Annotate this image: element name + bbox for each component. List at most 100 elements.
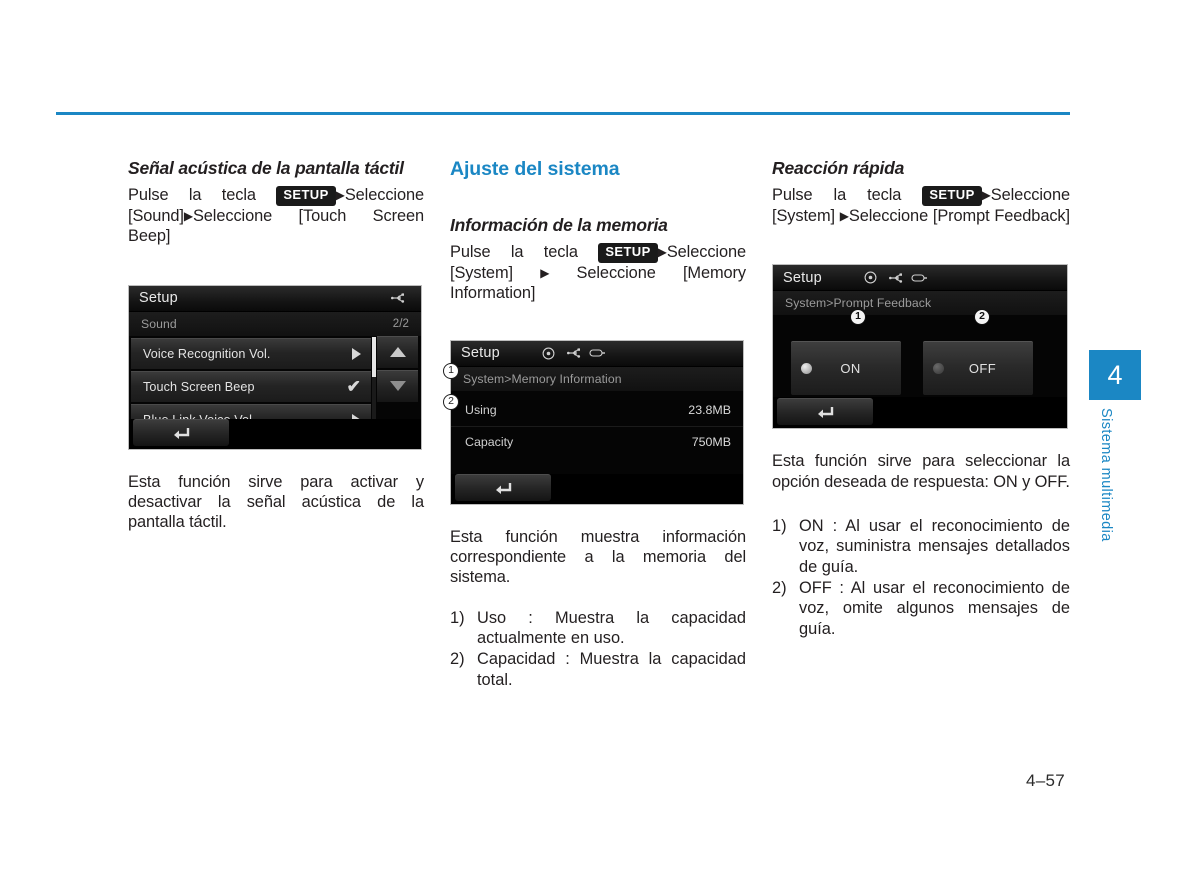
list-text: Capacidad : Muestra la capacidad total. [477,650,746,689]
list-marker: 1) [772,517,787,536]
option-off-button[interactable]: OFF [923,341,1033,396]
scroll-up-button[interactable] [377,335,418,368]
prompt-feedback-options: ON OFF [773,315,1067,396]
left-sub-heading: Señal acústica de la pantalla táctil [128,158,404,178]
list-item: 1) Uso : Muestra la capacidad actualment… [450,608,746,649]
scrollbar-thumb[interactable] [372,336,376,377]
option-label: ON [840,361,861,377]
callout-1-using: 1 [443,363,459,379]
scrollbar[interactable] [372,336,376,421]
back-button[interactable] [133,418,229,446]
screen-footer [773,398,1067,429]
list-text: ON : Al usar el reconocimiento de voz, s… [799,517,1070,576]
list-item: 2) OFF : Al usar el reconocimiento de vo… [772,578,1070,639]
middle-path-instruction: Pulse la tecla SETUP ▶Seleccione [System]… [450,242,746,323]
list-marker: 2) [772,579,787,598]
callout-2-capacity: 2 [443,394,459,410]
memory-row-label: Capacity [465,435,514,450]
arrow-glyph: ▶ [981,188,991,203]
left-description: Esta función sirve para activar y desact… [128,472,424,532]
screen-sound-settings: Setup Sound 2/2 Voice Recognition Vol. T… [128,284,422,450]
arrow-glyph-2: ▶ [839,208,849,223]
screen-page-indicator: 2/2 [392,317,409,330]
callout-2-off: 2 [974,309,990,325]
screen-header-icons [391,293,407,303]
list-marker: 2) [450,650,465,669]
screen-header: Setup [451,340,743,367]
chapter-tab-number: 4 [1107,359,1123,390]
list-marker: 1) [450,608,465,627]
middle-numbered-list: 1) Uso : Muestra la capacidad actualment… [450,608,746,690]
scroll-down-button[interactable] [377,369,418,402]
list-item-voice-recognition-vol[interactable]: Voice Recognition Vol. [131,337,371,369]
column-middle: Ajuste del sistema Información de la mem… [450,158,746,691]
screen-breadcrumb-bar: System>Prompt Feedback [773,291,1067,316]
memory-row-value: 750MB [691,435,731,450]
setup-key-badge[interactable]: SETUP [276,186,336,206]
screen-breadcrumb: Sound [141,316,177,331]
list-item-label: Voice Recognition Vol. [143,346,271,361]
right-description: Esta función sirve para seleccionar la o… [772,452,1070,491]
column-right: Reacción rápida Pulse la tecla SETUP ▶Sel… [772,158,1070,640]
back-button[interactable] [455,473,551,501]
triangle-up-icon [389,347,406,358]
back-arrow-icon [814,404,836,420]
arrow-glyph-2: ▶ [183,208,193,223]
radio-unselected-icon [933,363,944,375]
usb-icon [566,348,583,358]
disc-icon [542,347,555,360]
left-path-prefix: Pulse la tecla [128,186,256,205]
list-text: Uso : Muestra la capacidad actualmente e… [477,608,746,648]
row-control[interactable] [352,347,361,360]
row-control[interactable]: ✔ [347,378,361,395]
list-item-touch-screen-beep[interactable]: Touch Screen Beep ✔ [131,370,371,402]
screen-header: Setup [773,265,1067,292]
arrow-glyph-2: ▶ [540,265,550,280]
chevron-right-icon [352,347,361,360]
list-item: 2) Capacidad : Muestra la capacidad tota… [450,649,746,690]
screen-footer [129,418,421,449]
screen-breadcrumb-bar: System>Memory Information [451,366,743,391]
option-label: OFF [968,361,997,377]
list-text: OFF : Al usar el reconocimiento de voz, … [799,579,1070,638]
back-button[interactable] [777,398,873,426]
screen-header-icons [864,271,929,284]
screen-list-body: Voice Recognition Vol. Touch Screen Beep… [129,335,421,435]
memory-row-value: 23.8MB [688,403,731,418]
screen-prompt-feedback: Setup System>Prompt Feedback ON OFF [772,264,1068,430]
right-numbered-list: 1) ON : Al usar el reconocimiento de voz… [772,516,1070,639]
column-left: Señal acústica de la pantalla táctil Pul… [128,158,424,533]
screen-info-body: Using 23.8MB Capacity 750MB [451,390,743,477]
screen-breadcrumb-bar: Sound 2/2 [129,311,421,336]
middle-path-prefix: Pulse la tecla [450,243,578,262]
right-path-prefix: Pulse la tecla [772,186,902,205]
header-rule [56,112,1070,115]
scroll-controls[interactable] [372,335,418,421]
setup-key-badge[interactable]: SETUP [598,243,658,263]
back-arrow-icon [492,480,514,496]
left-path-instruction: Pulse la tecla SETUP ▶Seleccione [Sound]▶… [128,185,424,266]
back-arrow-icon [170,425,192,441]
memory-row-label: Using [465,403,497,418]
screen-footer [451,473,743,504]
radio-selected-icon [801,363,812,375]
checkmark-icon: ✔ [346,377,361,397]
chapter-tab-label: Sistema multimedia [1098,408,1114,542]
screen-title: Setup [139,290,178,307]
disc-icon [864,271,877,284]
arrow-glyph: ▶ [657,245,667,260]
screen-title: Setup [461,345,500,362]
setup-key-badge[interactable]: SETUP [922,186,982,206]
memory-row-capacity: Capacity 750MB [451,427,743,458]
page-number: 4–57 [1026,771,1066,790]
list-item: 1) ON : Al usar el reconocimiento de voz… [772,516,1070,577]
screen-options-body: ON OFF [773,315,1067,398]
option-on-button[interactable]: ON [791,341,901,396]
memory-row-using: Using 23.8MB [451,395,743,427]
screen-header: Setup [129,285,421,312]
right-path-rest-2: Seleccione [Prompt Feedback] [848,206,1070,225]
screen-breadcrumb: System>Memory Information [463,371,622,386]
right-path-instruction: Pulse la tecla SETUP ▶Seleccione [System]… [772,185,1070,246]
triangle-down-icon [389,381,406,392]
usb-icon [888,273,905,283]
